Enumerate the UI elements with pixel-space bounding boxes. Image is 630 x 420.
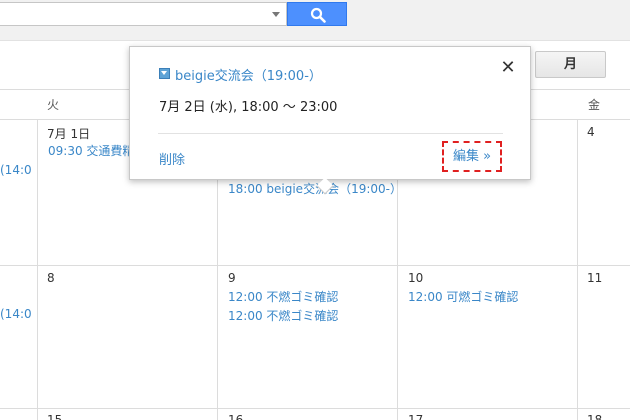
search-button[interactable] [287,2,347,26]
day-number[interactable]: 15 [47,413,62,420]
weekday-header-fri: 金 [588,98,601,112]
day-number[interactable]: 4 [587,125,595,139]
grid-column-divider [37,120,38,420]
event-chip[interactable]: (14:0 [0,163,37,177]
event-title-link[interactable]: beigie交流会（19:00-） [175,65,322,84]
event-date-range: 7月 2日 (水), 18:00 ～ 23:00 [159,100,338,115]
day-number[interactable]: 9 [228,271,236,285]
top-bar [0,0,630,41]
event-chip[interactable]: 09:30 交通費精 [48,142,134,159]
day-number[interactable]: 7月 1日 [47,125,90,142]
calendar-color-icon [159,68,170,79]
grid-row-divider [0,265,630,266]
day-number[interactable]: 17 [408,413,423,420]
event-chip[interactable]: 18:00 beigie交流会（19:00-） [228,180,402,197]
event-chip[interactable]: 12:00 不燃ゴミ確認 [228,288,338,305]
search-icon [310,7,326,23]
day-number[interactable]: 18 [587,413,602,420]
grid-column-divider [577,120,578,420]
delete-link[interactable]: 削除 [159,149,185,168]
day-number[interactable]: 8 [47,271,55,285]
chevron-down-icon[interactable] [272,12,280,17]
day-number[interactable]: 11 [587,271,602,285]
month-view-button[interactable]: 月 [535,51,606,78]
event-chip[interactable]: 12:00 可燃ゴミ確認 [408,288,518,305]
grid-row-divider [0,408,630,409]
day-number[interactable]: 10 [408,271,423,285]
edit-link[interactable]: 編集 » [442,141,502,172]
event-detail-popup: beigie交流会（19:00-） ✕ 7月 2日 (水), 18:00 ～ 2… [129,46,531,195]
day-number[interactable]: 16 [228,413,243,420]
close-icon[interactable]: ✕ [499,59,517,77]
event-chip[interactable]: 12:00 不燃ゴミ確認 [228,307,338,324]
divider [158,133,503,134]
weekday-header-tue: 火 [47,98,60,112]
event-chip[interactable]: (14:0 [0,307,37,321]
search-input[interactable] [0,2,287,26]
